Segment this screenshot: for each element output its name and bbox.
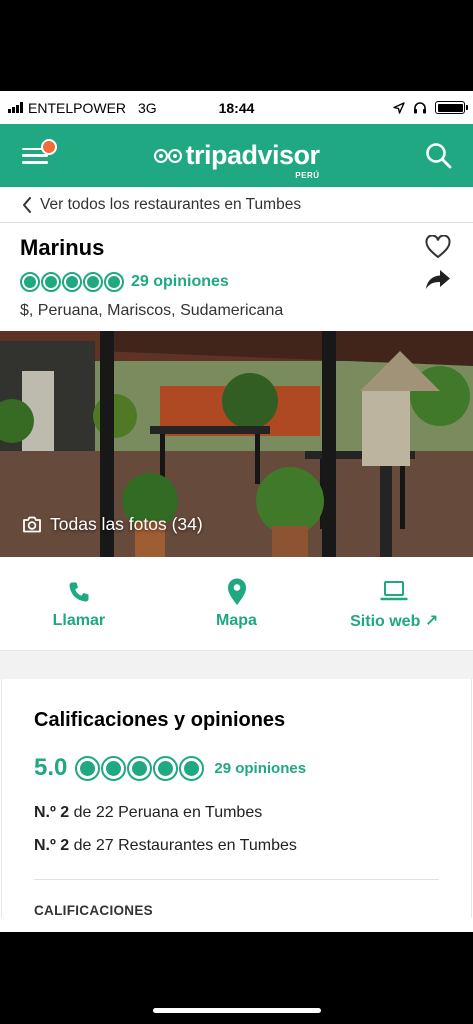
- headphones-icon: [414, 102, 426, 114]
- reviews-count-link[interactable]: 29 opiniones: [131, 273, 229, 291]
- ranking-list: N.º 2 de 22 Peruana en Tumbes N.º 2 de 2…: [34, 804, 439, 855]
- ratings-section-label: CALIFICACIONES: [34, 903, 153, 918]
- clock: 18:44: [218, 99, 255, 116]
- ratings-reviews-link[interactable]: 29 opiniones: [214, 760, 306, 777]
- call-button[interactable]: Llamar: [0, 557, 158, 650]
- ratings-card: Calificaciones y opiniones 5.0 29 opinio…: [1, 679, 472, 918]
- all-photos-link[interactable]: Todas las fotos (34): [22, 514, 203, 535]
- search-icon[interactable]: [425, 142, 453, 170]
- restaurant-photo[interactable]: Todas las fotos (34): [0, 331, 473, 557]
- restaurant-name: Marinus: [20, 235, 105, 260]
- ranking-item: N.º 2 de 27 Restaurantes en Tumbes: [34, 837, 297, 854]
- network-type: 3G: [138, 99, 157, 116]
- logo-country: PERÚ: [295, 171, 320, 180]
- back-to-restaurants-link[interactable]: Ver todos los restaurantes en Tumbes: [0, 187, 473, 223]
- score-row: 5.0 29 opiniones: [34, 754, 439, 782]
- battery-icon: [435, 101, 468, 114]
- external-link-icon: ↗: [424, 612, 439, 630]
- hamburger-icon[interactable]: [22, 138, 57, 166]
- map-pin-icon: [227, 578, 246, 605]
- app-screen: ENTELPOWER 3G 18:44 tripadvisor PERÚ Ver …: [0, 91, 473, 932]
- notification-dot: [41, 138, 57, 155]
- bubble-rating: [20, 272, 124, 292]
- rating-row: 29 opiniones: [20, 272, 453, 292]
- action-bar: Llamar Mapa Sitio web ↗: [0, 557, 473, 651]
- cuisine-list: $, Peruana, Mariscos, Sudamericana: [20, 302, 284, 319]
- owl-eyes-icon: [153, 148, 182, 163]
- ranking-item: N.º 2 de 22 Peruana en Tumbes: [34, 804, 263, 821]
- back-link-label: Ver todos los restaurantes en Tumbes: [40, 195, 302, 213]
- bubble-rating-large: [75, 755, 205, 781]
- section-spacer: [0, 651, 473, 679]
- heart-icon[interactable]: [425, 235, 451, 259]
- all-photos-label: Todas las fotos (34): [50, 514, 203, 534]
- rating-score: 5.0: [34, 754, 68, 781]
- camera-icon: [23, 516, 41, 533]
- website-label: Sitio web: [350, 612, 421, 630]
- ratings-title: Calificaciones y opiniones: [34, 709, 286, 731]
- phone-icon: [69, 582, 89, 601]
- app-header: tripadvisor PERÚ: [0, 124, 473, 187]
- home-indicator[interactable]: [152, 1008, 321, 1013]
- call-label: Llamar: [52, 611, 106, 629]
- chevron-left-icon: [23, 196, 31, 213]
- status-bar: ENTELPOWER 3G 18:44: [0, 91, 473, 124]
- share-icon[interactable]: [425, 268, 451, 290]
- laptop-icon: [380, 580, 408, 600]
- logo-text: tripadvisor PERÚ: [185, 140, 320, 180]
- carrier-name: ENTELPOWER: [28, 99, 127, 116]
- divider: [34, 879, 439, 880]
- tripadvisor-logo[interactable]: tripadvisor PERÚ: [153, 140, 320, 180]
- location-arrow-icon: [393, 101, 405, 114]
- map-button[interactable]: Mapa: [158, 557, 316, 650]
- restaurant-header: Marinus 29 opiniones $, Peruana, Marisco…: [0, 223, 473, 331]
- signal-strength-icon: [8, 102, 23, 113]
- website-button[interactable]: Sitio web ↗: [315, 557, 473, 650]
- map-label: Mapa: [216, 611, 257, 629]
